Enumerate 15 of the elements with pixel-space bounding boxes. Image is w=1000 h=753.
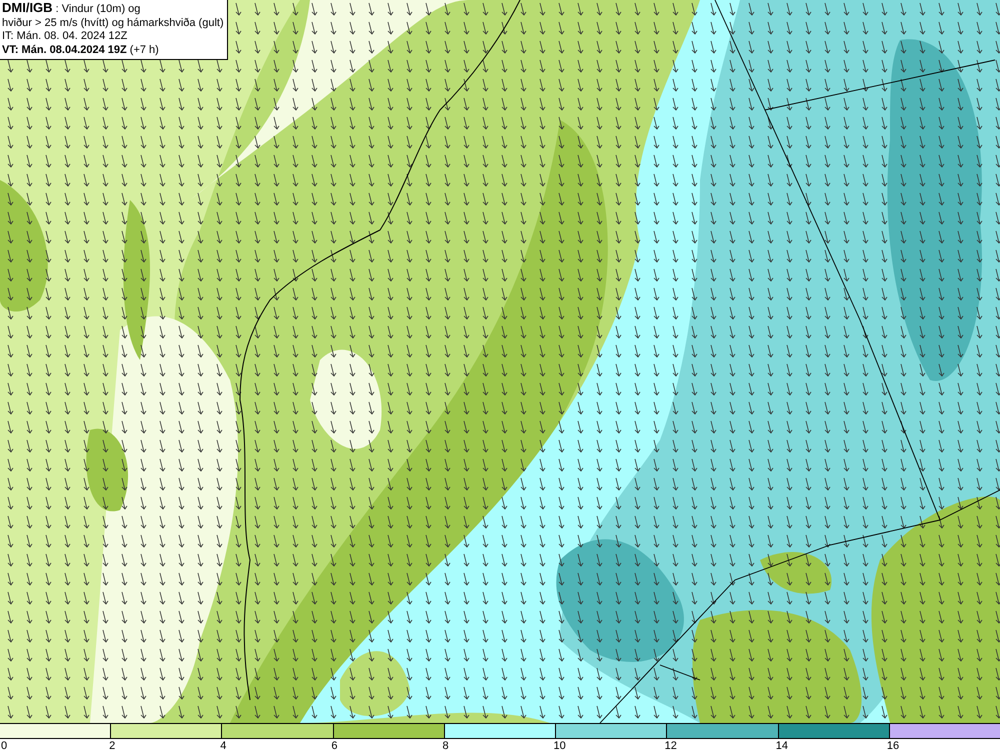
legend-tick-label: 10	[554, 740, 566, 752]
map-subtitle: hviður > 25 m/s (hvítt) og hámarkshviða (gult)	[2, 16, 223, 30]
map-title: : Vindur (10m) og	[54, 3, 140, 15]
legend-tick-label: 0	[1, 740, 8, 752]
initial-time: IT: Mán. 08. 04. 2024 12Z	[2, 30, 128, 44]
legend-tick-label: 16	[886, 740, 900, 752]
legend-tick-label: 4	[220, 740, 226, 752]
legend-tick-label: 6	[331, 740, 338, 752]
lead-time: (+7 h)	[130, 44, 159, 56]
legend-tick-label: 2	[109, 740, 116, 752]
source-label: DMI/IGB	[2, 0, 53, 15]
valid-time: VT: Mán. 08.04.2024 19Z	[2, 44, 127, 56]
legend-tick-label: 14	[776, 740, 788, 752]
legend-tick-label: 12	[664, 740, 677, 752]
legend-tick-label: 8	[442, 740, 449, 752]
